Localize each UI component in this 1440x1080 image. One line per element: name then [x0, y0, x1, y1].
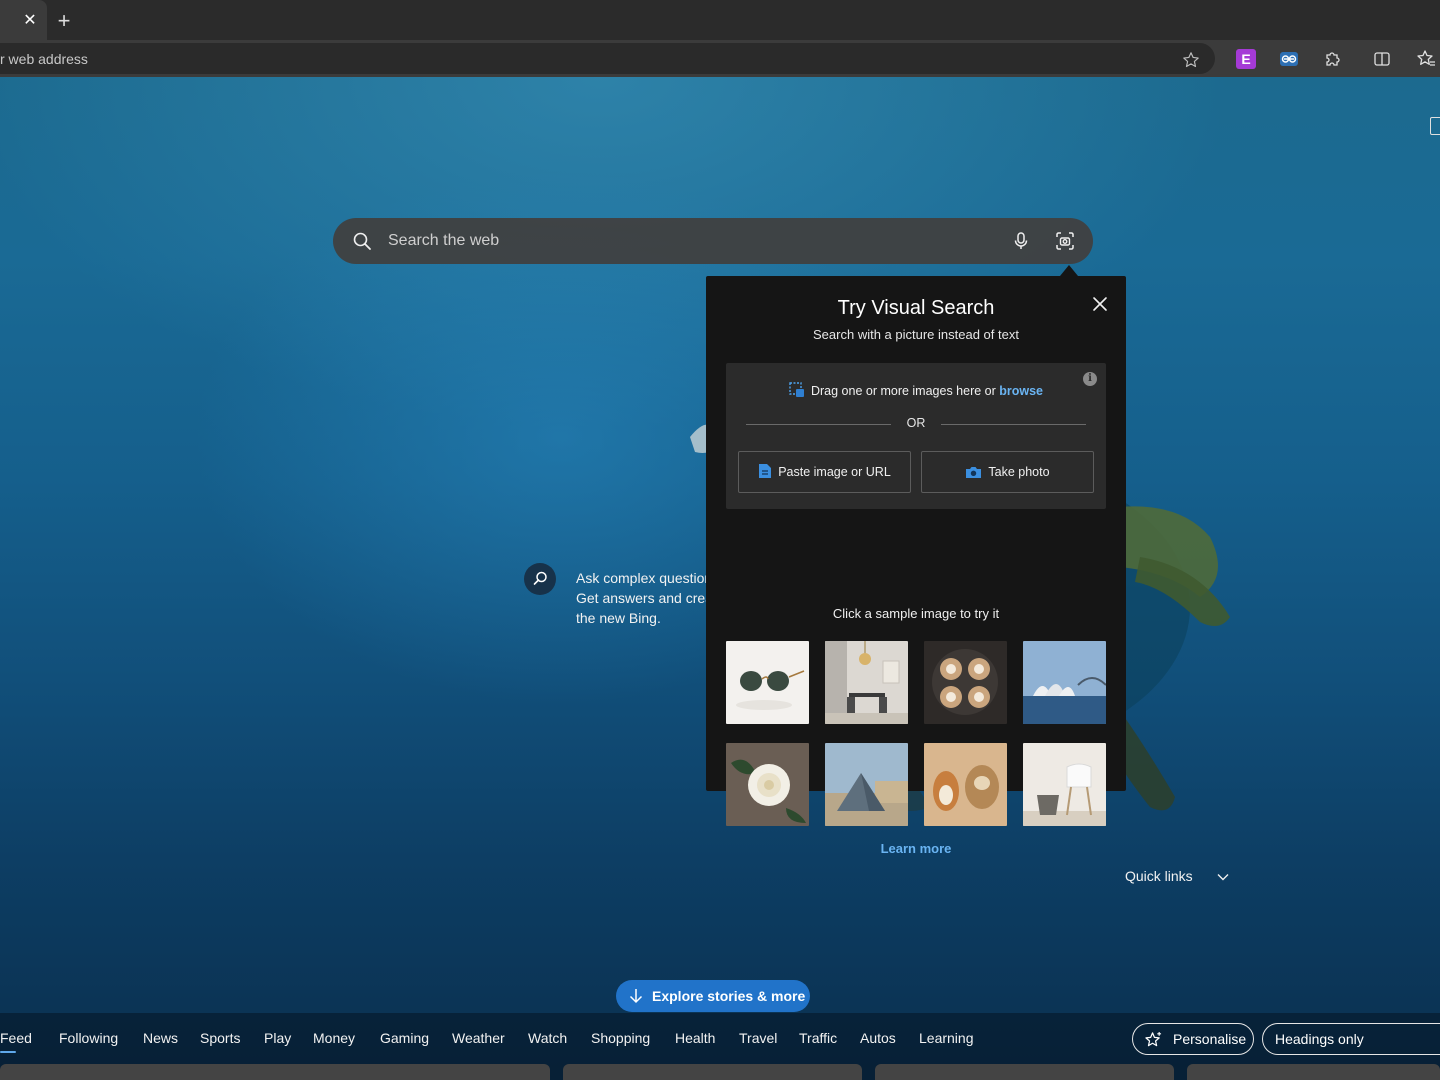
sample-images-label: Click a sample image to try it [832, 606, 1000, 621]
document-icon [759, 464, 772, 478]
visual-search-subtitle: Search with a picture instead of text [813, 327, 1019, 342]
feed-card[interactable] [0, 1064, 550, 1080]
microphone-icon[interactable] [1011, 231, 1031, 251]
sample-image-dogs[interactable] [924, 743, 1007, 826]
chat-promo-line: the new Bing. [576, 610, 661, 626]
sample-image-latte-art[interactable] [924, 641, 1007, 724]
explore-stories-button[interactable]: Explore stories & more [616, 980, 810, 1012]
chat-promo-line: Get answers and create [576, 590, 711, 606]
chat-promo-line: Ask complex questions [576, 570, 711, 586]
tab-strip: ✕ + [0, 0, 1440, 40]
chevron-down-icon[interactable] [1216, 870, 1230, 884]
visual-search-caret [1060, 265, 1078, 276]
search-icon [353, 232, 371, 250]
new-tab-button[interactable]: + [54, 8, 74, 33]
browse-link[interactable]: browse [999, 384, 1043, 398]
close-icon[interactable] [1091, 295, 1109, 313]
extension-e-icon[interactable]: E [1236, 49, 1256, 69]
learn-more-link[interactable]: Learn more [706, 841, 1126, 856]
link-icon[interactable] [1279, 49, 1299, 69]
nav-item-watch[interactable]: Watch [528, 1030, 567, 1046]
side-tool-icon[interactable] [1430, 117, 1440, 135]
split-screen-icon[interactable] [1372, 49, 1392, 69]
drag-drop-text: Drag one or more images here or browse [726, 382, 1106, 398]
nav-item-following[interactable]: Following [59, 1030, 118, 1046]
chair-thumbnail [1023, 743, 1106, 826]
personalise-label: Personalise [1173, 1031, 1247, 1047]
feed-card[interactable] [1187, 1064, 1440, 1080]
nav-item-play[interactable]: Play [264, 1030, 291, 1046]
nav-item-feed[interactable]: Feed [0, 1030, 32, 1046]
star-icon[interactable] [1182, 51, 1200, 69]
sydney-opera-house-thumbnail [1023, 641, 1106, 724]
address-bar[interactable]: r web address [0, 43, 1215, 74]
active-nav-indicator [0, 1051, 16, 1053]
layout-select[interactable]: Headings only [1262, 1023, 1440, 1055]
divider [941, 424, 1086, 425]
nav-item-health[interactable]: Health [675, 1030, 715, 1046]
nav-item-travel[interactable]: Travel [739, 1030, 777, 1046]
search-box[interactable] [333, 218, 1093, 264]
take-photo-label: Take photo [988, 465, 1050, 479]
nav-item-autos[interactable]: Autos [860, 1030, 896, 1046]
sample-image-sydney-opera-house[interactable] [1023, 641, 1106, 724]
sample-image-louvre-pyramid[interactable] [825, 743, 908, 826]
nav-item-sports[interactable]: Sports [200, 1030, 240, 1046]
close-tab-button[interactable]: ✕ [22, 13, 38, 29]
image-drop-zone[interactable]: i Drag one or more images here or browse… [726, 363, 1106, 509]
latte-art-thumbnail [924, 641, 1007, 724]
nav-item-money[interactable]: Money [313, 1030, 355, 1046]
or-label: OR [906, 416, 926, 430]
explore-stories-label: Explore stories & more [652, 988, 806, 1004]
visual-search-panel: Try Visual Search Search with a picture … [706, 276, 1126, 856]
layout-select-value: Headings only [1275, 1031, 1364, 1047]
nav-item-news[interactable]: News [143, 1030, 178, 1046]
sunglasses-thumbnail [726, 641, 809, 724]
browser-toolbar: r web address E [0, 40, 1440, 77]
camera-icon [966, 467, 982, 478]
nav-item-traffic[interactable]: Traffic [799, 1030, 837, 1046]
sample-image-sunglasses[interactable] [726, 641, 809, 724]
feed-card[interactable] [563, 1064, 862, 1080]
plus-icon: + [57, 8, 71, 33]
feed-card[interactable] [875, 1064, 1174, 1080]
take-photo-button[interactable]: Take photo [921, 451, 1094, 493]
chat-promo-text[interactable]: Ask complex questions Get answers and cr… [576, 568, 711, 628]
search-input[interactable] [388, 218, 988, 264]
drag-image-icon [789, 382, 804, 397]
search-chat-glyph [533, 571, 547, 585]
personalise-button[interactable]: Personalise [1132, 1023, 1254, 1055]
address-bar-text: r web address [0, 51, 88, 67]
nav-item-learning[interactable]: Learning [919, 1030, 974, 1046]
louvre-pyramid-thumbnail [825, 743, 908, 826]
dining-room-thumbnail [825, 641, 908, 724]
nav-item-weather[interactable]: Weather [452, 1030, 505, 1046]
sample-image-white-rose[interactable] [726, 743, 809, 826]
nav-item-shopping[interactable]: Shopping [591, 1030, 650, 1046]
close-icon: ✕ [23, 12, 37, 29]
sample-image-dining-room[interactable] [825, 641, 908, 724]
visual-search-icon[interactable] [1055, 231, 1075, 251]
favorites-icon[interactable] [1416, 49, 1436, 69]
new-tab-page: Ask complex questions Get answers and cr… [0, 77, 1440, 1080]
paste-image-button[interactable]: Paste image or URL [738, 451, 911, 493]
dogs-thumbnail [924, 743, 1007, 826]
drag-drop-label: Drag one or more images here or [810, 384, 1000, 398]
sparkle-star-icon [1145, 1031, 1162, 1047]
paste-image-label: Paste image or URL [778, 465, 891, 479]
bing-chat-icon[interactable] [524, 563, 556, 595]
extension-e-label: E [1241, 51, 1251, 67]
arrow-down-icon [629, 989, 643, 1004]
quick-links-toggle[interactable]: Quick links [1125, 868, 1193, 884]
white-rose-thumbnail [726, 743, 809, 826]
puzzle-icon[interactable] [1323, 49, 1343, 69]
visual-search-title: Try Visual Search [837, 297, 995, 319]
sample-image-chair[interactable] [1023, 743, 1106, 826]
nav-item-gaming[interactable]: Gaming [380, 1030, 429, 1046]
active-tab[interactable]: ✕ [0, 0, 47, 40]
